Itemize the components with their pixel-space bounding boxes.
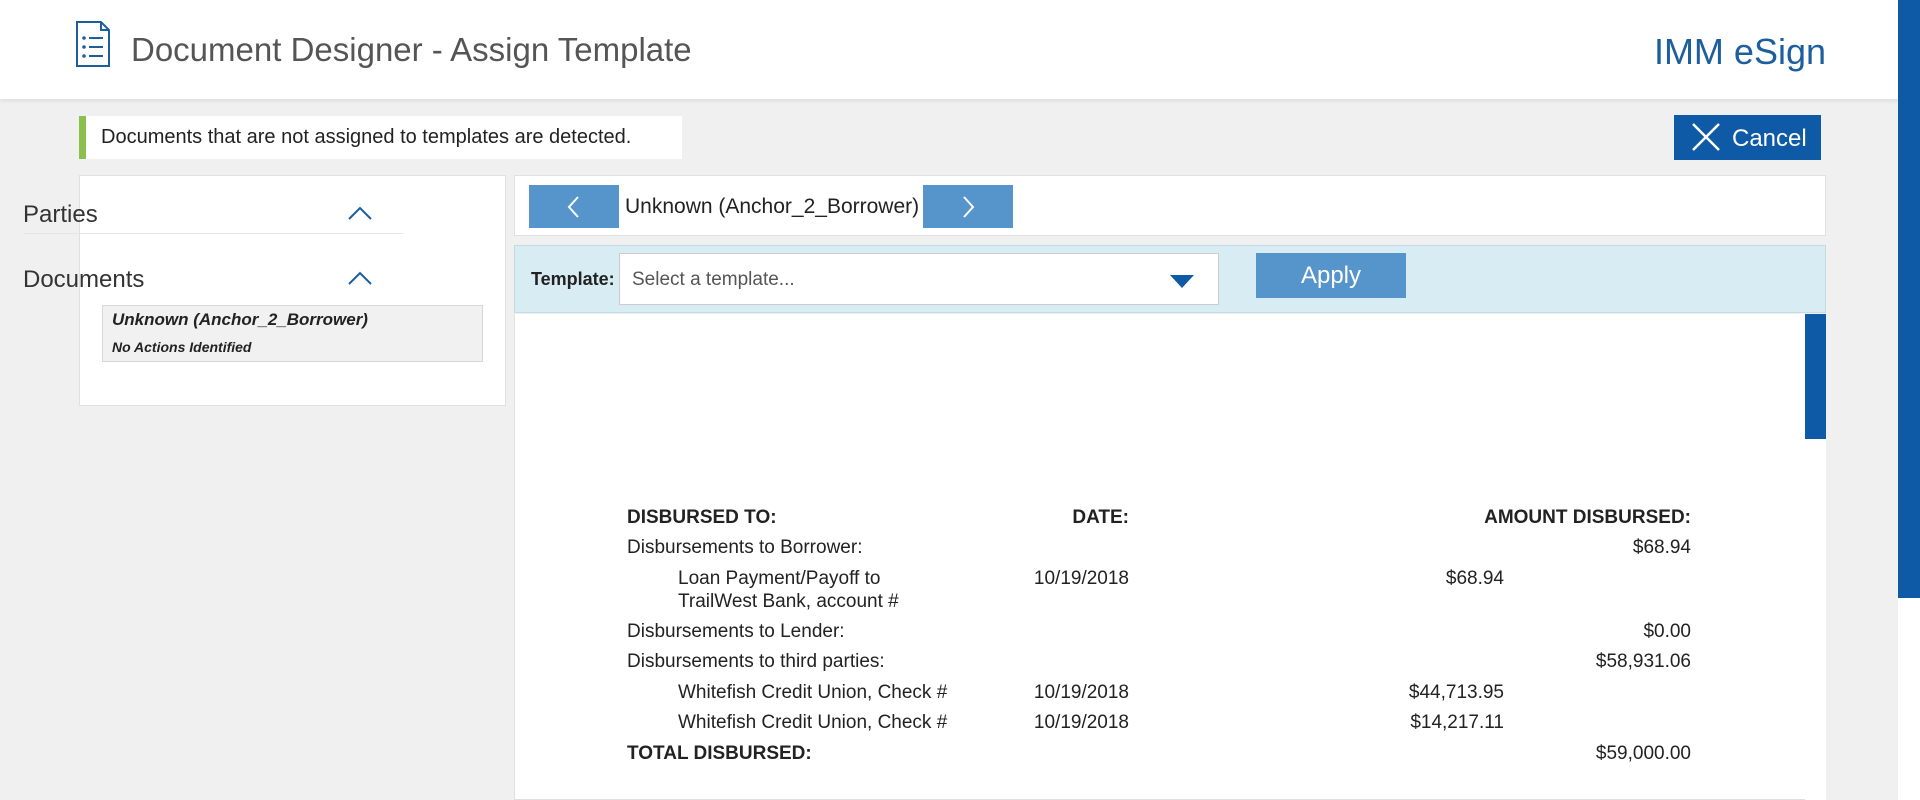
- page-scrollbar[interactable]: [1898, 0, 1920, 800]
- column-header-amount: AMOUNT DISBURSED:: [1484, 507, 1691, 528]
- document-scrollbar-thumb[interactable]: [1805, 314, 1826, 439]
- total-label: TOTAL DISBURSED:: [627, 743, 812, 764]
- column-header-disbursed-to: DISBURSED TO:: [627, 507, 777, 528]
- row-amount: $68.94: [1632, 537, 1691, 558]
- row-date: 10/19/2018: [1033, 712, 1129, 733]
- previous-document-button[interactable]: [529, 185, 619, 228]
- sidebar-section-parties[interactable]: Parties: [23, 193, 403, 234]
- close-icon: [1692, 123, 1720, 151]
- template-select[interactable]: Select a template...: [619, 253, 1219, 305]
- apply-button[interactable]: Apply: [1256, 253, 1406, 298]
- chevron-right-icon: [963, 196, 975, 218]
- chevron-left-icon: [567, 196, 579, 218]
- cancel-button[interactable]: Cancel: [1674, 115, 1821, 160]
- next-document-button[interactable]: [923, 185, 1013, 228]
- section-label-documents: Documents: [23, 266, 145, 293]
- brand-name: IMM eSign: [1653, 31, 1826, 72]
- app-header: Document Designer - Assign Template IMM …: [0, 0, 1898, 99]
- total-amount: $59,000.00: [1595, 743, 1691, 764]
- row-amount: $0.00: [1643, 621, 1691, 642]
- alert-message: Documents that are not assigned to templ…: [79, 116, 682, 159]
- template-label: Template:: [531, 269, 615, 289]
- document-scrollbar[interactable]: [1805, 314, 1826, 800]
- row-label: Disbursements to Borrower:: [627, 537, 863, 558]
- template-placeholder: Select a template...: [632, 269, 795, 290]
- row-sub-amount: $44,713.95: [1408, 682, 1504, 703]
- chevron-up-icon[interactable]: [347, 205, 373, 221]
- row-label-line2: TrailWest Bank, account #: [678, 591, 899, 612]
- document-list-item[interactable]: Unknown (Anchor_2_Borrower) No Actions I…: [102, 305, 483, 362]
- row-sub-amount: $14,217.11: [1410, 712, 1504, 733]
- row-sub-amount: $68.94: [1445, 568, 1504, 589]
- current-document-label: Unknown (Anchor_2_Borrower): [625, 195, 920, 218]
- cancel-label: Cancel: [1732, 125, 1807, 152]
- page-scrollbar-thumb[interactable]: [1898, 0, 1920, 598]
- chevron-up-icon[interactable]: [347, 270, 373, 286]
- row-label: Whitefish Credit Union, Check #: [678, 712, 948, 733]
- column-header-date: DATE:: [1072, 507, 1129, 528]
- document-status: No Actions Identified: [112, 339, 252, 355]
- row-date: 10/19/2018: [1033, 682, 1129, 703]
- sidebar-section-documents[interactable]: Documents: [23, 258, 403, 298]
- page-title: Document Designer - Assign Template: [131, 31, 692, 68]
- row-amount: $58,931.06: [1595, 651, 1691, 672]
- row-label: Loan Payment/Payoff to: [678, 568, 881, 589]
- caret-down-icon[interactable]: [1170, 275, 1194, 288]
- document-list-icon: [76, 21, 110, 67]
- row-label: Disbursements to third parties:: [627, 651, 885, 672]
- row-label: Whitefish Credit Union, Check #: [678, 682, 948, 703]
- row-date: 10/19/2018: [1033, 568, 1129, 589]
- row-label: Disbursements to Lender:: [627, 621, 845, 642]
- section-label-parties: Parties: [23, 201, 98, 228]
- document-name: Unknown (Anchor_2_Borrower): [112, 310, 368, 329]
